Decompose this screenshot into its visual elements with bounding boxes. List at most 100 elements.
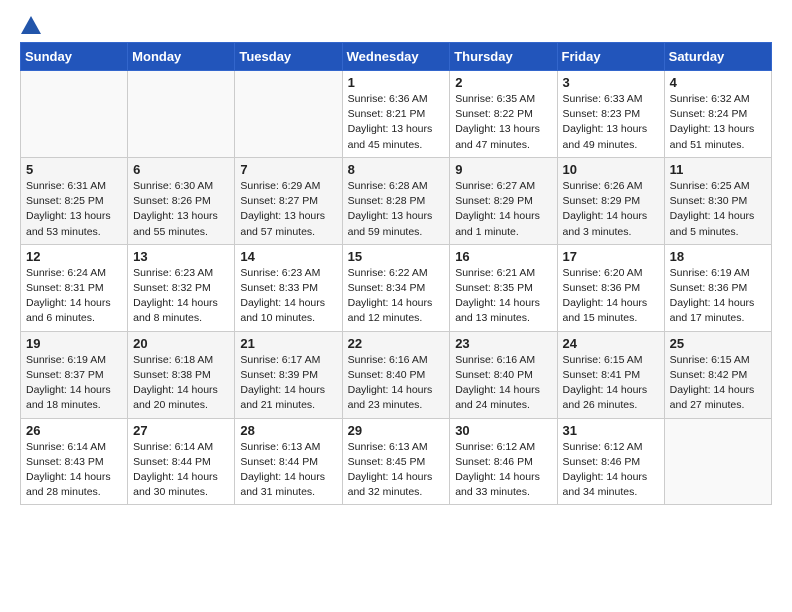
day-number: 26 xyxy=(26,423,122,438)
day-cell: 15 Sunrise: 6:22 AMSunset: 8:34 PMDayligh… xyxy=(342,244,450,331)
day-info: Sunrise: 6:15 AMSunset: 8:42 PMDaylight:… xyxy=(670,353,766,414)
day-info: Sunrise: 6:15 AMSunset: 8:41 PMDaylight:… xyxy=(563,353,659,414)
day-info: Sunrise: 6:22 AMSunset: 8:34 PMDaylight:… xyxy=(348,266,445,327)
week-row-5: 26 Sunrise: 6:14 AMSunset: 8:43 PMDayligh… xyxy=(21,418,772,505)
day-info: Sunrise: 6:24 AMSunset: 8:31 PMDaylight:… xyxy=(26,266,122,327)
day-cell: 12 Sunrise: 6:24 AMSunset: 8:31 PMDayligh… xyxy=(21,244,128,331)
day-info: Sunrise: 6:12 AMSunset: 8:46 PMDaylight:… xyxy=(455,440,551,501)
day-info: Sunrise: 6:30 AMSunset: 8:26 PMDaylight:… xyxy=(133,179,229,240)
day-cell: 8 Sunrise: 6:28 AMSunset: 8:28 PMDaylight… xyxy=(342,157,450,244)
day-cell: 13Sunrise: 6:23 AMSunset: 8:32 PMDayligh… xyxy=(128,244,235,331)
day-number: 20 xyxy=(133,336,229,351)
day-cell: 26 Sunrise: 6:14 AMSunset: 8:43 PMDayligh… xyxy=(21,418,128,505)
day-number: 12 xyxy=(26,249,122,264)
day-cell: 3 Sunrise: 6:33 AMSunset: 8:23 PMDaylight… xyxy=(557,71,664,158)
day-cell: 6 Sunrise: 6:30 AMSunset: 8:26 PMDaylight… xyxy=(128,157,235,244)
day-cell: 31 Sunrise: 6:12 AMSunset: 8:46 PMDayligh… xyxy=(557,418,664,505)
page: SundayMondayTuesdayWednesdayThursdayFrid… xyxy=(0,0,792,521)
day-info: Sunrise: 6:28 AMSunset: 8:28 PMDaylight:… xyxy=(348,179,445,240)
day-info: Sunrise: 6:16 AMSunset: 8:40 PMDaylight:… xyxy=(455,353,551,414)
day-number: 21 xyxy=(240,336,336,351)
day-info: Sunrise: 6:23 AMSunset: 8:32 PMDaylight:… xyxy=(133,266,229,327)
day-cell: 7 Sunrise: 6:29 AMSunset: 8:27 PMDaylight… xyxy=(235,157,342,244)
day-info: Sunrise: 6:13 AMSunset: 8:44 PMDaylight:… xyxy=(240,440,336,501)
day-info: Sunrise: 6:14 AMSunset: 8:44 PMDaylight:… xyxy=(133,440,229,501)
day-info: Sunrise: 6:14 AMSunset: 8:43 PMDaylight:… xyxy=(26,440,122,501)
day-number: 14 xyxy=(240,249,336,264)
day-info: Sunrise: 6:21 AMSunset: 8:35 PMDaylight:… xyxy=(455,266,551,327)
day-cell: 20 Sunrise: 6:18 AMSunset: 8:38 PMDayligh… xyxy=(128,331,235,418)
day-cell: 27 Sunrise: 6:14 AMSunset: 8:44 PMDayligh… xyxy=(128,418,235,505)
day-cell: 25 Sunrise: 6:15 AMSunset: 8:42 PMDayligh… xyxy=(664,331,771,418)
day-cell: 14 Sunrise: 6:23 AMSunset: 8:33 PMDayligh… xyxy=(235,244,342,331)
week-row-2: 5Sunrise: 6:31 AMSunset: 8:25 PMDaylight… xyxy=(21,157,772,244)
day-cell: 5Sunrise: 6:31 AMSunset: 8:25 PMDaylight… xyxy=(21,157,128,244)
day-number: 17 xyxy=(563,249,659,264)
day-cell: 19Sunrise: 6:19 AMSunset: 8:37 PMDayligh… xyxy=(21,331,128,418)
day-cell: 16 Sunrise: 6:21 AMSunset: 8:35 PMDayligh… xyxy=(450,244,557,331)
day-number: 11 xyxy=(670,162,766,177)
week-row-4: 19Sunrise: 6:19 AMSunset: 8:37 PMDayligh… xyxy=(21,331,772,418)
day-info: Sunrise: 6:33 AMSunset: 8:23 PMDaylight:… xyxy=(563,92,659,153)
day-cell: 24 Sunrise: 6:15 AMSunset: 8:41 PMDayligh… xyxy=(557,331,664,418)
day-number: 25 xyxy=(670,336,766,351)
weekday-header-thursday: Thursday xyxy=(450,43,557,71)
day-cell: 28Sunrise: 6:13 AMSunset: 8:44 PMDayligh… xyxy=(235,418,342,505)
day-info: Sunrise: 6:31 AMSunset: 8:25 PMDaylight:… xyxy=(26,179,122,240)
weekday-header-sunday: Sunday xyxy=(21,43,128,71)
day-info: Sunrise: 6:26 AMSunset: 8:29 PMDaylight:… xyxy=(563,179,659,240)
day-number: 24 xyxy=(563,336,659,351)
day-number: 23 xyxy=(455,336,551,351)
day-cell: 18 Sunrise: 6:19 AMSunset: 8:36 PMDayligh… xyxy=(664,244,771,331)
day-cell: 30 Sunrise: 6:12 AMSunset: 8:46 PMDayligh… xyxy=(450,418,557,505)
day-info: Sunrise: 6:13 AMSunset: 8:45 PMDaylight:… xyxy=(348,440,445,501)
day-cell: 4 Sunrise: 6:32 AMSunset: 8:24 PMDaylight… xyxy=(664,71,771,158)
day-number: 27 xyxy=(133,423,229,438)
day-number: 16 xyxy=(455,249,551,264)
day-info: Sunrise: 6:12 AMSunset: 8:46 PMDaylight:… xyxy=(563,440,659,501)
day-number: 8 xyxy=(348,162,445,177)
logo xyxy=(20,16,42,34)
day-cell: 29 Sunrise: 6:13 AMSunset: 8:45 PMDayligh… xyxy=(342,418,450,505)
day-info: Sunrise: 6:35 AMSunset: 8:22 PMDaylight:… xyxy=(455,92,551,153)
logo-text xyxy=(20,16,42,34)
week-row-3: 12 Sunrise: 6:24 AMSunset: 8:31 PMDayligh… xyxy=(21,244,772,331)
day-info: Sunrise: 6:16 AMSunset: 8:40 PMDaylight:… xyxy=(348,353,445,414)
day-cell: 11Sunrise: 6:25 AMSunset: 8:30 PMDayligh… xyxy=(664,157,771,244)
day-number: 6 xyxy=(133,162,229,177)
day-cell: 22Sunrise: 6:16 AMSunset: 8:40 PMDayligh… xyxy=(342,331,450,418)
day-cell xyxy=(128,71,235,158)
day-info: Sunrise: 6:19 AMSunset: 8:36 PMDaylight:… xyxy=(670,266,766,327)
day-info: Sunrise: 6:18 AMSunset: 8:38 PMDaylight:… xyxy=(133,353,229,414)
day-cell xyxy=(21,71,128,158)
day-info: Sunrise: 6:27 AMSunset: 8:29 PMDaylight:… xyxy=(455,179,551,240)
day-number: 9 xyxy=(455,162,551,177)
day-cell xyxy=(664,418,771,505)
weekday-header-monday: Monday xyxy=(128,43,235,71)
day-number: 29 xyxy=(348,423,445,438)
day-number: 4 xyxy=(670,75,766,90)
day-info: Sunrise: 6:36 AMSunset: 8:21 PMDaylight:… xyxy=(348,92,445,153)
day-cell: 17Sunrise: 6:20 AMSunset: 8:36 PMDayligh… xyxy=(557,244,664,331)
weekday-header-wednesday: Wednesday xyxy=(342,43,450,71)
weekday-header-friday: Friday xyxy=(557,43,664,71)
day-number: 31 xyxy=(563,423,659,438)
weekday-header-saturday: Saturday xyxy=(664,43,771,71)
day-cell: 21 Sunrise: 6:17 AMSunset: 8:39 PMDayligh… xyxy=(235,331,342,418)
day-info: Sunrise: 6:29 AMSunset: 8:27 PMDaylight:… xyxy=(240,179,336,240)
header xyxy=(20,16,772,34)
week-row-1: 1 Sunrise: 6:36 AMSunset: 8:21 PMDaylight… xyxy=(21,71,772,158)
day-number: 1 xyxy=(348,75,445,90)
day-info: Sunrise: 6:32 AMSunset: 8:24 PMDaylight:… xyxy=(670,92,766,153)
logo-icon xyxy=(21,16,41,34)
day-number: 18 xyxy=(670,249,766,264)
day-info: Sunrise: 6:17 AMSunset: 8:39 PMDaylight:… xyxy=(240,353,336,414)
calendar: SundayMondayTuesdayWednesdayThursdayFrid… xyxy=(20,42,772,505)
day-cell: 10Sunrise: 6:26 AMSunset: 8:29 PMDayligh… xyxy=(557,157,664,244)
day-cell: 9 Sunrise: 6:27 AMSunset: 8:29 PMDaylight… xyxy=(450,157,557,244)
day-number: 3 xyxy=(563,75,659,90)
day-number: 15 xyxy=(348,249,445,264)
day-number: 7 xyxy=(240,162,336,177)
day-number: 30 xyxy=(455,423,551,438)
day-info: Sunrise: 6:23 AMSunset: 8:33 PMDaylight:… xyxy=(240,266,336,327)
